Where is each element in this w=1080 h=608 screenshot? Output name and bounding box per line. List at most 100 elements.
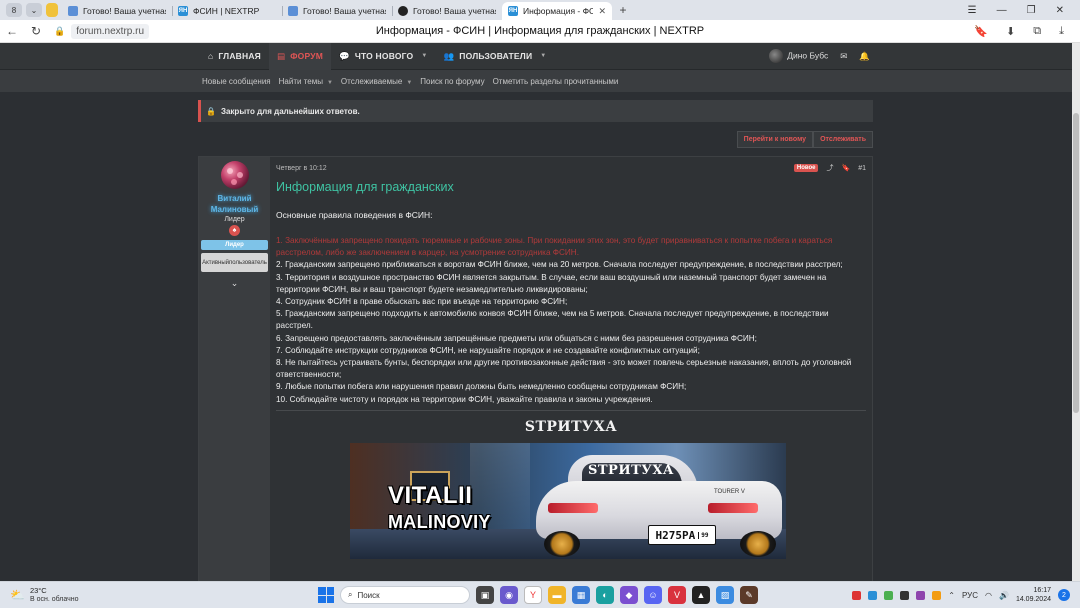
- store-icon[interactable]: ▦: [572, 586, 590, 604]
- subnav-label: Отслеживаемые: [340, 76, 403, 86]
- file-explorer-icon[interactable]: ▬: [548, 586, 566, 604]
- new-tab-plus-icon[interactable]: +: [616, 3, 630, 17]
- rule-item: 8. Не пытайтесь устраивать бунты, беспор…: [276, 358, 852, 380]
- rule-item: 7. Соблюдайте инструкции сотрудников ФСИ…: [276, 345, 700, 355]
- rule-item: 5. Гражданским запрещено подходить к авт…: [276, 309, 829, 331]
- notification-count[interactable]: 2: [1058, 589, 1070, 601]
- taskbar-search[interactable]: ⌕ Поиск: [340, 586, 470, 604]
- bookmarks-icon[interactable]: ☰: [968, 5, 977, 16]
- bookmark-icon[interactable]: 🔖: [974, 25, 988, 38]
- post-title: Информация для гражданских: [276, 180, 454, 194]
- forum-sub-nav: Новые сообщения Найти темы ▼ Отслеживаемы…: [0, 70, 1080, 92]
- wheel: [740, 531, 776, 557]
- proton-icon[interactable]: ◆: [620, 586, 638, 604]
- inbox-icon[interactable]: ✉: [840, 51, 847, 62]
- clock[interactable]: 16:17 14.09.2024: [1016, 586, 1051, 604]
- game-launcher-icon[interactable]: ▲: [692, 586, 710, 604]
- tray-app-icon[interactable]: [900, 590, 910, 600]
- plate-number: H275PA: [655, 528, 696, 542]
- rule-item: 4. Сотрудник ФСИН в праве обыскать вас п…: [276, 297, 568, 307]
- clock-time: 16:17: [1033, 587, 1051, 594]
- minimize-icon[interactable]: —: [997, 5, 1007, 16]
- subnav-mark-read[interactable]: Отметить разделы прочитанными: [493, 77, 619, 86]
- whatsnew-icon: 💬: [339, 50, 350, 61]
- lock-icon: 🔒: [206, 106, 216, 116]
- subnav-search-forum[interactable]: Поиск по форуму: [420, 77, 484, 86]
- scrollbar-thumb[interactable]: [1073, 113, 1079, 413]
- paint-icon[interactable]: ✎: [740, 586, 758, 604]
- author-name-line2: Малиновый: [210, 205, 259, 214]
- yandex-browser-icon[interactable]: Y: [524, 586, 542, 604]
- chevron-down-icon[interactable]: ▼: [540, 53, 546, 59]
- vivaldi-icon[interactable]: V: [668, 586, 686, 604]
- close-tab-icon[interactable]: ✕: [598, 6, 606, 17]
- chevron-up-icon[interactable]: ⌃: [948, 591, 955, 600]
- tray-app-icon[interactable]: [852, 590, 862, 600]
- subnav-find-threads[interactable]: Найти темы ▼: [279, 77, 333, 86]
- signature-banner-image: VITALII MALINOVIY STРИТУХА TOURER V H275…: [350, 443, 786, 559]
- tray-app-icon[interactable]: [868, 590, 878, 600]
- url-field[interactable]: 🔒 forum.nextrp.ru: [54, 23, 150, 39]
- bookmark-folder-icon[interactable]: [46, 3, 58, 17]
- weather-widget[interactable]: ⛅ 23°C В осн. облачно: [0, 586, 140, 604]
- tab-active[interactable]: ЯН Информация - ФСИН | N ✕: [502, 2, 612, 20]
- share-icon[interactable]: ⤴: [826, 163, 833, 173]
- download-icon[interactable]: ⬇: [1006, 25, 1015, 38]
- close-window-icon[interactable]: ✕: [1056, 5, 1064, 16]
- weather-temp: 23°C: [29, 586, 47, 595]
- author-name[interactable]: Виталий Малиновый: [211, 193, 259, 215]
- nav-whats-new[interactable]: 💬 ЧТО НОВОГО ▼: [331, 43, 435, 70]
- nav-users[interactable]: 👥 ПОЛЬЗОВАТЕЛИ ▼: [436, 43, 555, 70]
- tail-light: [708, 503, 758, 513]
- chat-app-icon[interactable]: ◉: [500, 586, 518, 604]
- nav-forum[interactable]: ▤ ФОРУМ: [268, 43, 332, 70]
- avatar[interactable]: [220, 161, 249, 189]
- chevron-down-icon[interactable]: ▼: [327, 80, 333, 86]
- maximize-icon[interactable]: ❐: [1027, 5, 1036, 16]
- page-scrollbar[interactable]: [1072, 43, 1080, 581]
- address-bar-actions: 🔖 ⬇ ⧉ ⤓: [974, 25, 1080, 38]
- extensions-icon[interactable]: ⧉: [1033, 25, 1041, 38]
- rule-item: 1. Заключённым запрещено покидать тюремн…: [276, 236, 833, 258]
- reload-icon[interactable]: ↻: [24, 24, 48, 38]
- rule-item: 10. Соблюдайте чистоту и порядок на терр…: [276, 394, 653, 404]
- post-intro: Основные правила поведения в ФСИН:: [276, 210, 433, 220]
- tray-app-icon[interactable]: [916, 590, 926, 600]
- subnav-watched[interactable]: Отслеживаемые ▼: [341, 77, 412, 86]
- edge-icon[interactable]: ◐: [596, 586, 614, 604]
- lang-indicator[interactable]: РУС: [962, 591, 978, 600]
- tray-app-icon[interactable]: [884, 590, 894, 600]
- bookmark-icon[interactable]: 🔖: [841, 164, 850, 172]
- chevron-down-icon[interactable]: ▼: [406, 80, 412, 86]
- photos-icon[interactable]: ▨: [716, 586, 734, 604]
- task-view-icon[interactable]: ▣: [476, 586, 494, 604]
- tab-1[interactable]: Готово! Ваша учетная зап: [62, 2, 172, 20]
- discord-icon[interactable]: ☺: [644, 586, 662, 604]
- post-number[interactable]: #1: [858, 165, 866, 172]
- forum-top-nav: ⌂ ГЛАВНАЯ ▤ ФОРУМ 💬 ЧТО НОВОГО ▼ 👥 ПОЛЬЗ…: [0, 43, 1080, 70]
- tab-4[interactable]: Готово! Ваша учетная зап: [392, 2, 502, 20]
- rule-item: 9. Любые попытки побега или нарушения пр…: [276, 382, 687, 392]
- address-bar: ← ↻ 🔒 forum.nextrp.ru Информация - ФСИН …: [0, 20, 1080, 43]
- tab-2[interactable]: ЯН ФСИН | NEXTRP: [172, 2, 282, 20]
- jump-to-new-button[interactable]: Перейти к новому: [736, 131, 814, 148]
- watch-thread-button[interactable]: Отслеживать: [813, 131, 873, 148]
- volume-icon[interactable]: 🔊: [999, 591, 1009, 600]
- plate-region: 99: [698, 531, 708, 539]
- chevron-down-icon[interactable]: ▼: [421, 53, 427, 59]
- tray-app-icon[interactable]: [932, 590, 942, 600]
- chevron-down-icon[interactable]: ⌄: [231, 278, 239, 289]
- post-date[interactable]: Четверг в 10:12: [276, 165, 327, 172]
- nav-home[interactable]: ⌂ ГЛАВНАЯ: [200, 43, 269, 70]
- wifi-icon[interactable]: ◠: [985, 591, 992, 600]
- tabs-menu-chevron-icon[interactable]: ⌄: [26, 3, 42, 17]
- windows-start-icon[interactable]: [318, 587, 334, 603]
- post-body: Четверг в 10:12 Новое ⤴ 🔖 #1 Информация …: [270, 157, 872, 581]
- subnav-new-posts[interactable]: Новые сообщения: [202, 77, 271, 86]
- back-arrow-icon[interactable]: ←: [0, 24, 24, 38]
- profile-chip[interactable]: 8: [6, 3, 22, 17]
- bell-icon[interactable]: 🔔: [859, 51, 870, 62]
- tab-3[interactable]: Готово! Ваша учетная зап: [282, 2, 392, 20]
- downloads-arrow-icon[interactable]: ⤓: [1059, 25, 1064, 38]
- account-link[interactable]: Дино Бубс: [769, 49, 828, 63]
